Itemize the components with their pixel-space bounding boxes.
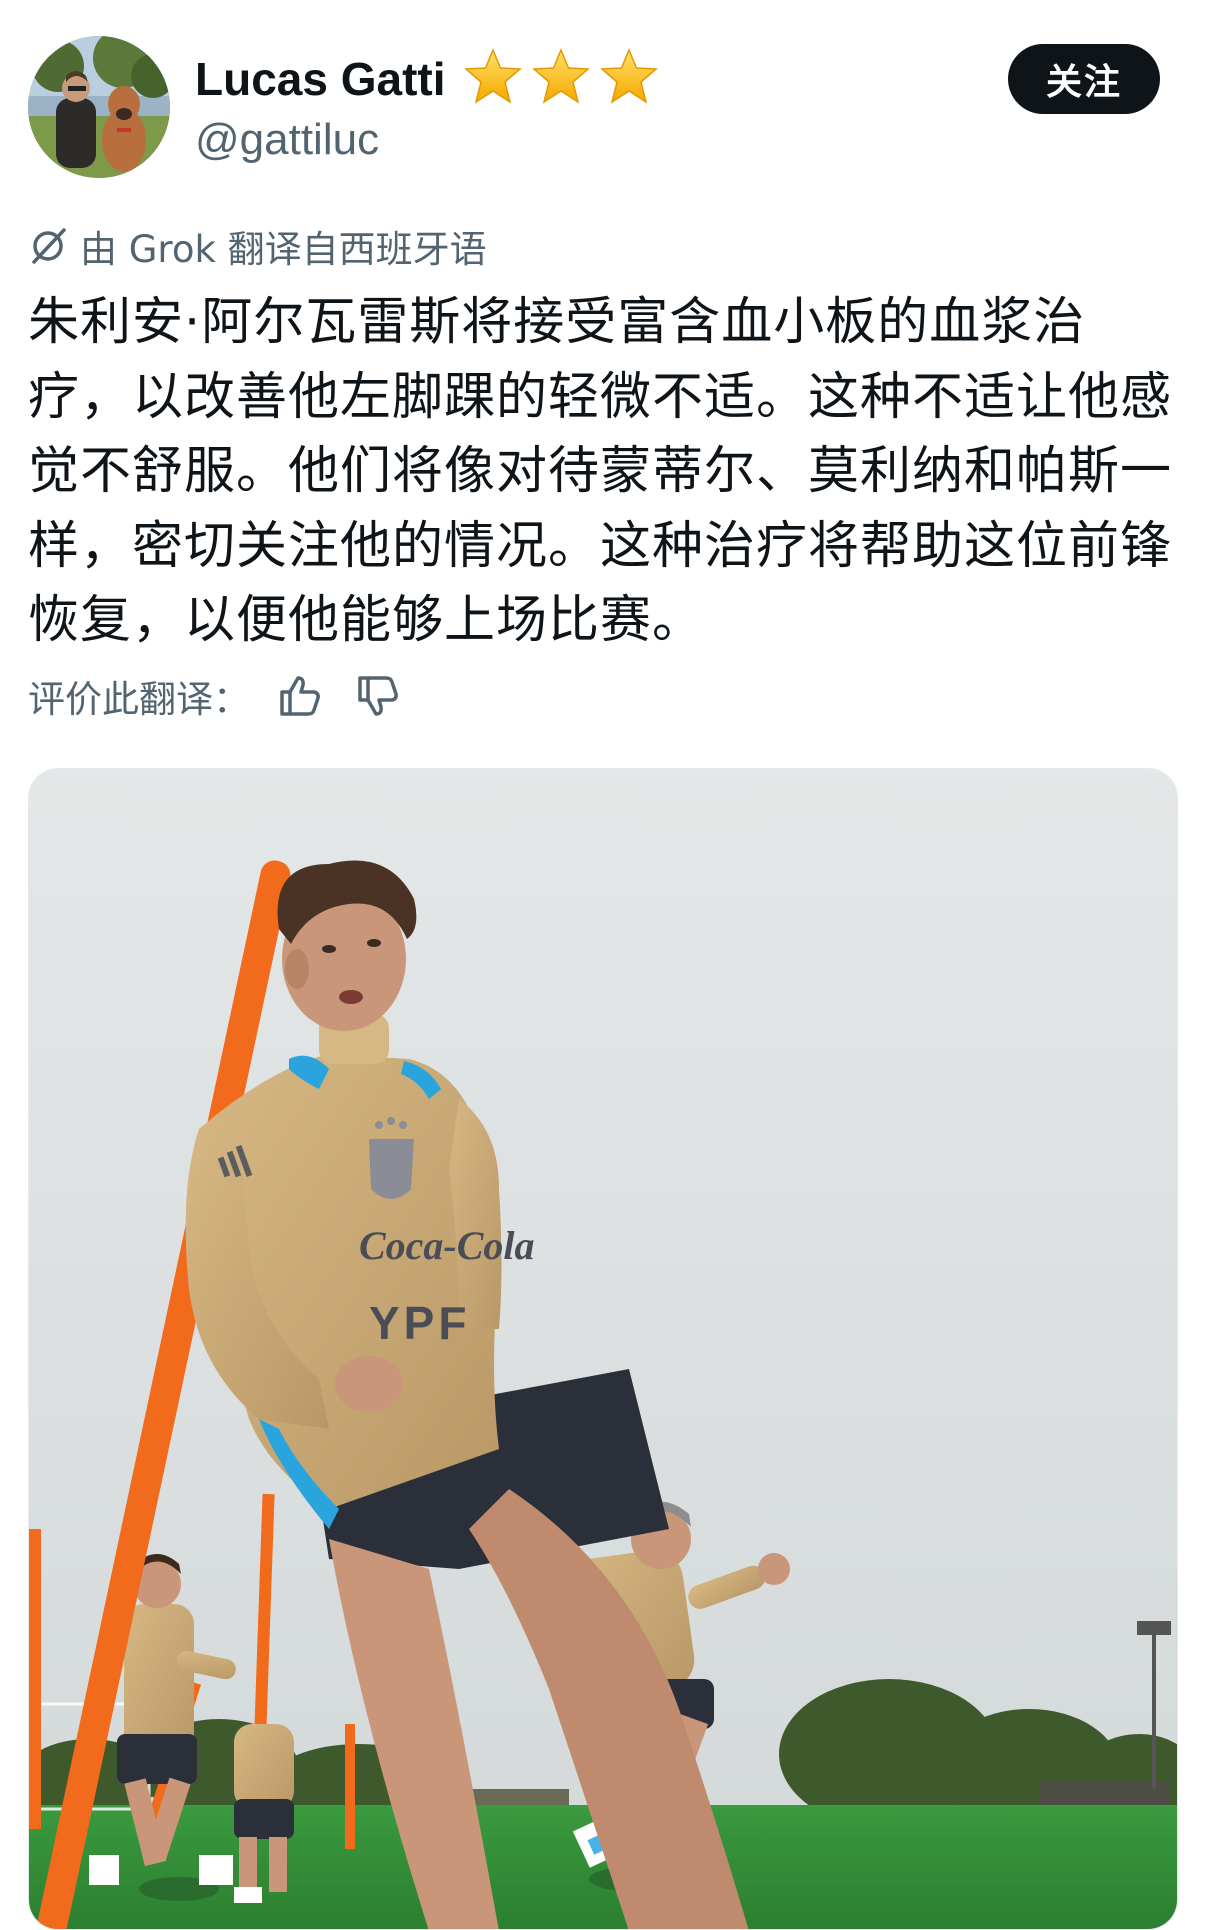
training-photo: Coca-Cola YPF: [29, 769, 1177, 1929]
author-handle[interactable]: @gattiluc: [195, 112, 379, 168]
grok-icon: [32, 228, 66, 264]
tweet-page: Lucas Gatti @gattiluc 关注 由 Grok 翻译自西班牙语 …: [0, 0, 1206, 1930]
rate-label: 评价此翻译：: [28, 678, 250, 721]
avatar-photo: [28, 36, 170, 178]
jersey-sponsor-ypf: YPF: [369, 1297, 470, 1349]
author-avatar[interactable]: [28, 36, 170, 178]
thumbs-down-button[interactable]: [350, 668, 406, 724]
thumbs-up-icon: [280, 676, 320, 716]
follow-button[interactable]: 关注: [1008, 44, 1160, 114]
star-icon: [532, 48, 590, 104]
translation-attribution: 由 Grok 翻译自西班牙语: [28, 218, 487, 274]
jersey-sponsor-coca-cola: Coca-Cola: [359, 1223, 535, 1268]
tweet-header: Lucas Gatti @gattiluc 关注: [0, 0, 1206, 210]
star-icon: [464, 48, 522, 104]
star-icon: [600, 48, 658, 104]
thumbs-up-button[interactable]: [272, 668, 328, 724]
thumbs-down-icon: [358, 676, 398, 716]
tweet-text: 朱利安·阿尔瓦雷斯将接受富含血小板的血浆治疗，以改善他左脚踝的轻微不适。这种不适…: [28, 293, 1173, 650]
author-name[interactable]: Lucas Gatti: [195, 50, 446, 108]
rate-translation: 评价此翻译：: [28, 668, 406, 724]
tweet-media-image[interactable]: Coca-Cola YPF: [28, 768, 1178, 1930]
verified-badges: [462, 46, 660, 110]
translation-label: 由 Grok 翻译自西班牙语: [80, 228, 487, 271]
